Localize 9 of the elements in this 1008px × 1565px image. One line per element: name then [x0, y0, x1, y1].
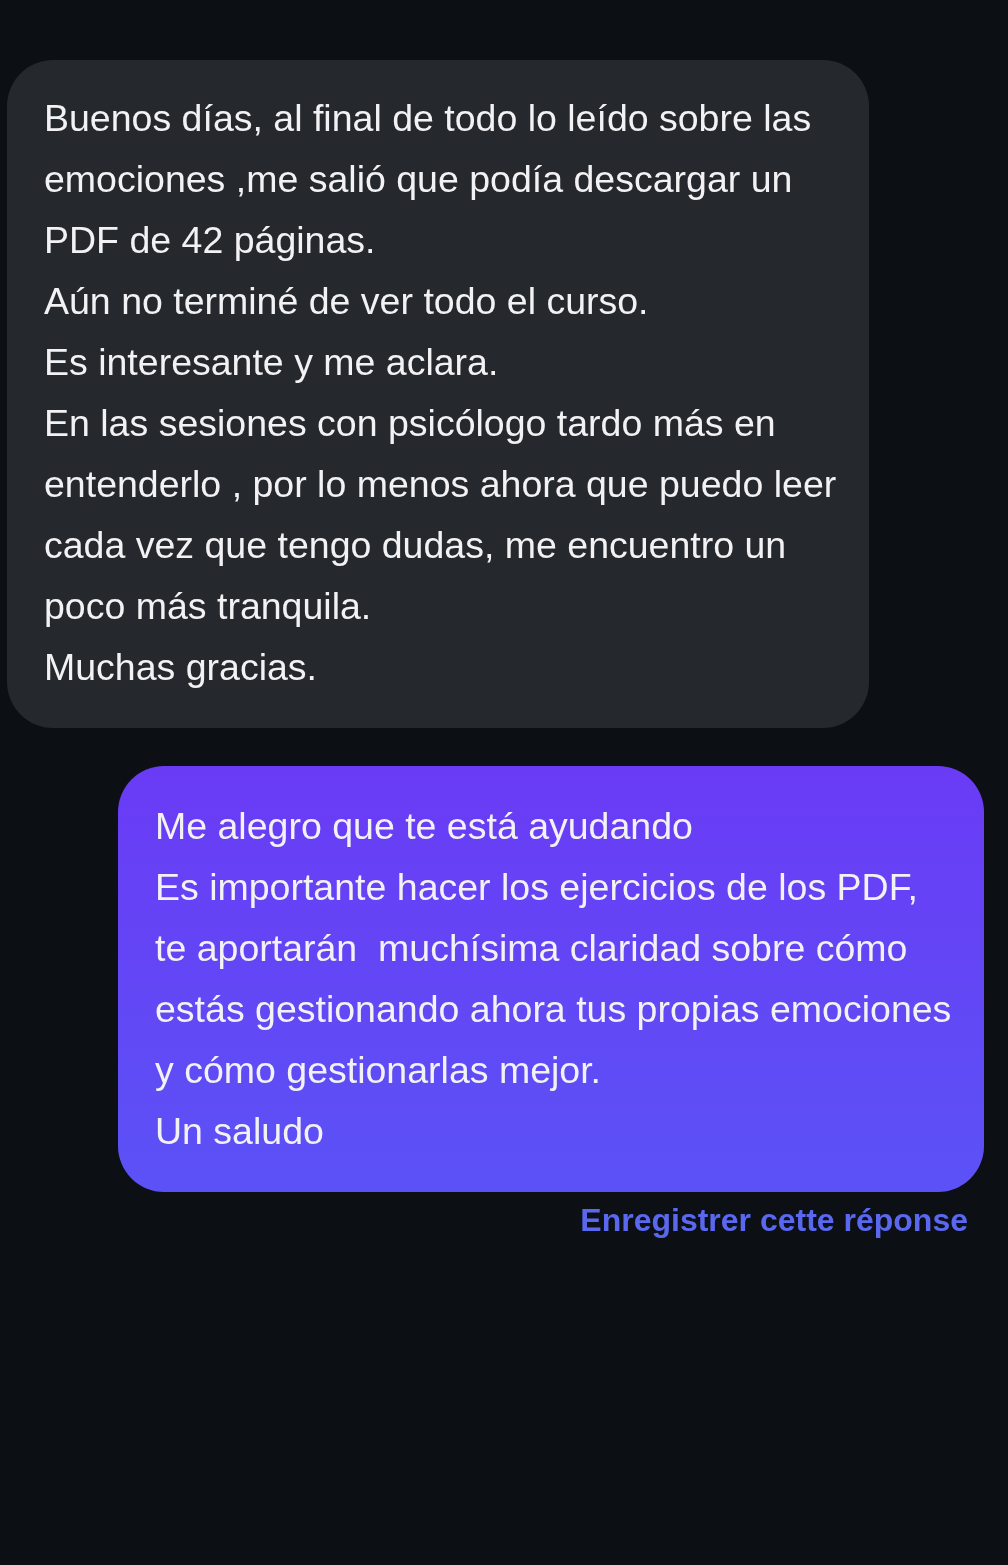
save-reply-link[interactable]: Enregistrer cette réponse	[580, 1202, 968, 1239]
message-text: Me alegro que te está ayudando	[155, 804, 694, 849]
message-text: Aún no terminé de ver todo el curso.	[44, 279, 650, 324]
message-text: En las sesiones con psicólogo tardo más en entenderlo , por lo menos ahora que puedo leer cada vez que tengo dudas, me encuentro un poco más tranquila.	[44, 401, 838, 629]
message-text: Es interesante y me aclara.	[44, 340, 500, 385]
message-text: Buenos días, al final de todo lo leído sobre las emociones ,me salió que podía descargar un PDF de 42 páginas.	[44, 96, 813, 263]
message-text: Un saludo	[155, 1109, 325, 1154]
message-text: Muchas gracias.	[44, 645, 319, 690]
message-text: Es importante hacer los ejercicios de los PDF, te aportarán muchísima claridad sobre cómo estás gestionando ahora tus propias emociones y cómo gestionarlas mejor.	[155, 865, 953, 1093]
